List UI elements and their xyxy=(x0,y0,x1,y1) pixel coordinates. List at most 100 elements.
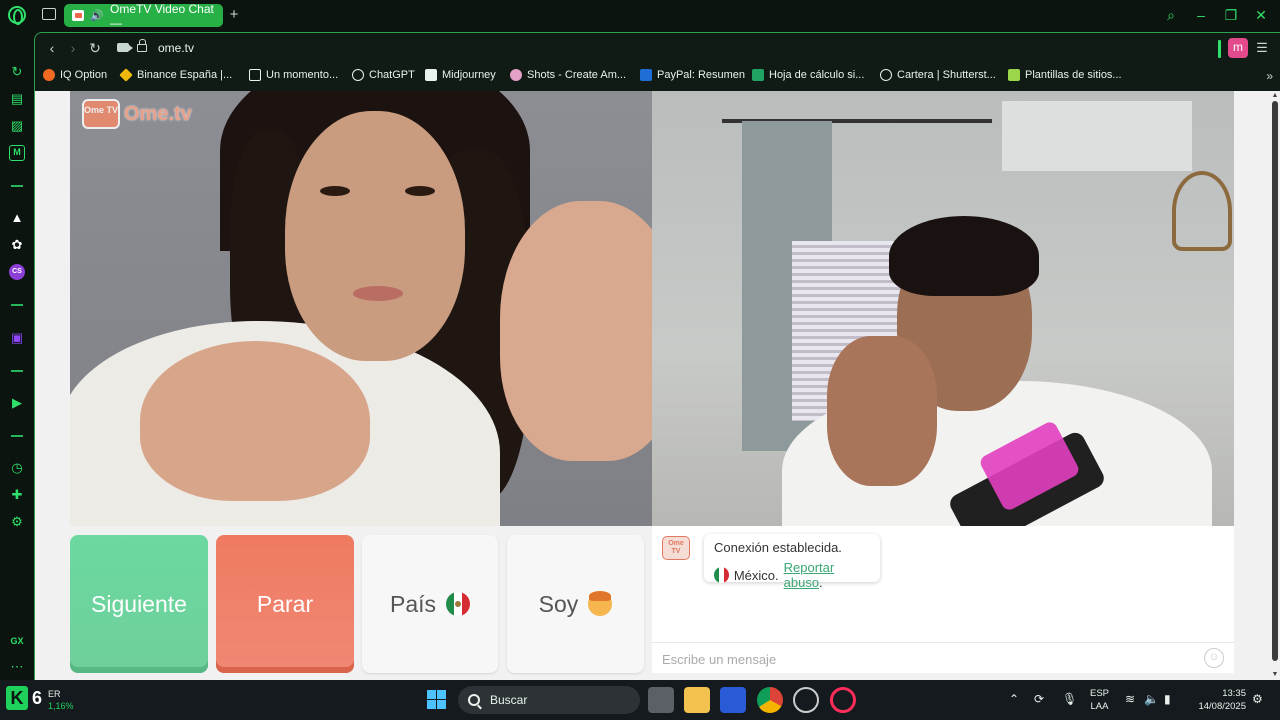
task-view-icon[interactable] xyxy=(648,687,674,713)
forward-icon[interactable]: › xyxy=(64,39,82,57)
microphone-icon[interactable]: 🎙 xyxy=(1062,692,1077,706)
message-input[interactable] xyxy=(662,649,1182,669)
cs-app-icon[interactable]: CS xyxy=(9,264,25,280)
search-tabs-icon[interactable]: ⌕ xyxy=(1162,6,1180,24)
gx-label: GX xyxy=(10,636,24,646)
speaker-icon[interactable]: 🔊 xyxy=(90,9,104,22)
taskbar-search[interactable]: Buscar xyxy=(458,686,640,714)
show-hidden-icons-icon[interactable]: ⌃ xyxy=(1009,692,1019,706)
microsoft-store-icon[interactable] xyxy=(720,687,746,713)
page-scrollbar[interactable]: ▲ ▼ xyxy=(1269,91,1280,681)
report-suffix: . xyxy=(819,575,823,590)
bookmark-item[interactable]: Un momento... xyxy=(249,69,338,81)
next-button[interactable]: Siguiente xyxy=(70,535,208,673)
scroll-thumb[interactable] xyxy=(1272,101,1278,661)
ometv-wordmark: Ome.tv xyxy=(124,102,192,125)
video-content xyxy=(320,186,350,196)
sidebar-divider xyxy=(11,435,23,437)
bookmark-item[interactable]: ChatGPT xyxy=(352,69,415,81)
sheets-icon xyxy=(752,69,764,81)
discount-icon[interactable]: ▨ xyxy=(9,118,25,134)
address-bar: ‹ › ↻ ome.tv m ☰ xyxy=(35,33,1280,63)
stranger-video: Ome TV Ome.tv xyxy=(70,91,652,526)
bookmark-item[interactable]: Hoja de cálculo si... xyxy=(752,69,864,81)
restore-icon[interactable]: ❐ xyxy=(1222,6,1240,24)
windows-start-icon[interactable] xyxy=(427,690,446,709)
file-explorer-icon[interactable] xyxy=(684,687,710,713)
scroll-down-icon[interactable]: ▼ xyxy=(1271,671,1279,679)
active-tab[interactable]: 🔊 OmeTV Video Chat — xyxy=(64,2,223,30)
lock-icon[interactable] xyxy=(137,39,147,52)
next-button-label: Siguiente xyxy=(91,590,187,617)
page-icon xyxy=(249,69,261,81)
url-field[interactable]: ome.tv xyxy=(158,41,194,55)
bookmarks-overflow-icon[interactable]: » xyxy=(1266,69,1273,83)
sidebar-divider xyxy=(11,185,23,187)
bookmark-item[interactable]: IQ Option xyxy=(43,69,107,81)
bookmark-item[interactable]: Midjourney xyxy=(425,69,496,81)
sync-icon[interactable]: ⟳ xyxy=(1034,692,1044,706)
volume-icon[interactable]: 🔈 xyxy=(1144,692,1159,706)
easy-setup-menu-icon[interactable]: ☰ xyxy=(1254,40,1270,56)
clock[interactable]: 13:35 14/08/2025 xyxy=(1188,687,1246,713)
video-content xyxy=(500,201,652,461)
camera-permission-icon[interactable] xyxy=(117,43,133,52)
midjourney-icon xyxy=(425,69,437,81)
country-name: México. xyxy=(733,567,779,583)
chrome-icon[interactable] xyxy=(757,687,783,713)
self-video xyxy=(652,91,1234,526)
country-line: México. Reportar abuso. xyxy=(714,560,870,590)
emoji-icon[interactable]: ☺ xyxy=(1204,648,1224,668)
close-icon[interactable]: ✕ xyxy=(1252,6,1270,24)
m-app-icon[interactable]: M xyxy=(9,145,25,161)
search-icon xyxy=(468,694,480,706)
gender-button[interactable]: Soy xyxy=(507,535,644,673)
openai-app-icon[interactable] xyxy=(793,687,819,713)
bookmark-item[interactable]: Plantillas de sitios... xyxy=(1008,69,1122,81)
stock-widget-text: ER 1,16% xyxy=(48,688,74,712)
stock-widget-value: 6 xyxy=(32,687,43,708)
bookmark-item[interactable]: PayPal: Resumen xyxy=(640,69,745,81)
opera-gx-logo-icon[interactable] xyxy=(8,6,26,25)
ometv-page: Ome TV Ome.tv Siguiente Parar País Soy O… xyxy=(35,91,1269,681)
country-button-label: País xyxy=(389,590,437,617)
mexico-flag-icon xyxy=(446,592,471,616)
video-content xyxy=(1172,171,1232,251)
bookmark-item[interactable]: Binance España |... xyxy=(119,68,232,82)
video-content xyxy=(353,286,403,301)
settings-gear-icon[interactable]: ⚙ xyxy=(9,514,25,530)
bookmark-item[interactable]: Cartera | Shutterst... xyxy=(880,69,996,81)
language-indicator[interactable]: ESP LAA xyxy=(1090,687,1109,713)
opera-gx-taskbar-icon[interactable] xyxy=(830,687,856,713)
clock-icon[interactable]: ◷ xyxy=(9,460,25,476)
profile-avatar[interactable]: m xyxy=(1228,38,1248,58)
bookmarks-bar: IQ Option Binance España |... Un momento… xyxy=(35,64,1280,90)
stop-button[interactable]: Parar xyxy=(216,535,354,673)
notification-icon[interactable]: ⚙ xyxy=(1252,692,1263,706)
arrow-app-icon[interactable]: ▲ xyxy=(9,210,25,226)
bookmark-item[interactable]: Shots - Create Am... xyxy=(510,69,626,81)
twitch-icon[interactable]: ▣ xyxy=(9,330,25,346)
store-icon[interactable]: ▤ xyxy=(9,91,25,107)
player-icon[interactable]: ▶ xyxy=(9,395,25,411)
extensions-icon[interactable]: ✚ xyxy=(9,487,25,503)
minimize-icon[interactable]: – xyxy=(1192,6,1210,24)
new-tab-plus-icon[interactable]: + xyxy=(226,7,242,23)
tab-bar: 🔊 OmeTV Video Chat — + ⌕ – ❐ ✕ xyxy=(0,0,1280,32)
reload-icon[interactable]: ↻ xyxy=(86,39,104,57)
wifi-icon[interactable]: ≋ xyxy=(1125,692,1135,706)
battery-icon[interactable]: ▮ xyxy=(1164,692,1171,706)
video-content xyxy=(827,336,937,486)
stock-widget[interactable]: K 6 xyxy=(6,686,42,710)
back-icon[interactable]: ‹ xyxy=(43,39,61,57)
history-icon[interactable]: ↻ xyxy=(9,64,25,80)
country-button[interactable]: País xyxy=(362,535,498,673)
scroll-up-icon[interactable]: ▲ xyxy=(1271,92,1279,100)
chatgpt-icon[interactable]: ✿ xyxy=(9,237,25,253)
more-dots-icon[interactable]: ⋯ xyxy=(9,659,25,675)
browser-sidebar: ↻ ▤ ▨ M ▲ ✿ CS ▣ ▶ ◷ ✚ ⚙ GX ⋯ xyxy=(0,32,34,680)
shots-icon xyxy=(510,69,522,81)
report-abuse-link[interactable]: Reportar abuso xyxy=(784,560,835,590)
accent-bar xyxy=(1218,40,1221,58)
tab-islands-icon[interactable] xyxy=(42,8,56,20)
